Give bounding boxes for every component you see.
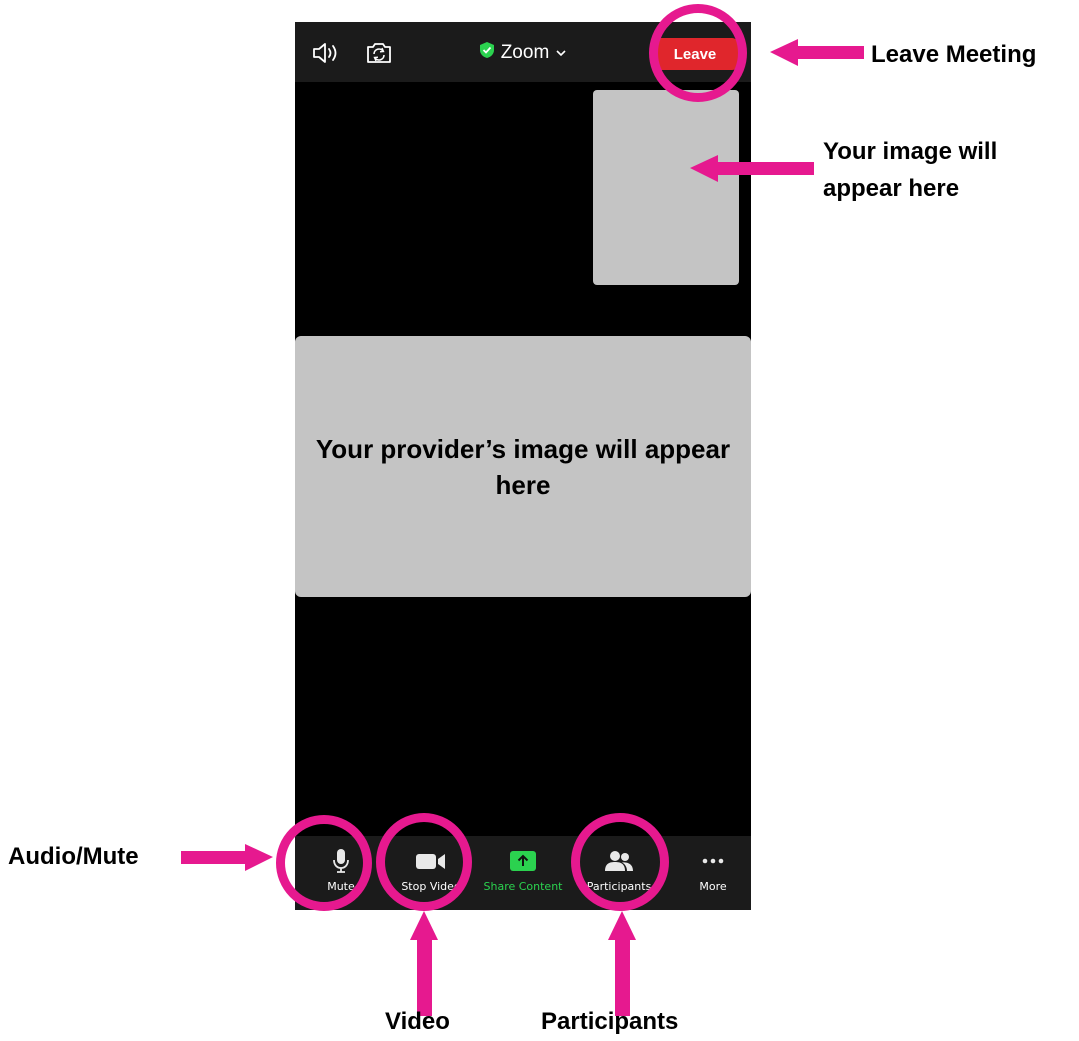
audio-arrow: [181, 844, 273, 871]
leave-meeting-annotation: Leave Meeting: [871, 41, 1037, 68]
participants-arrow: [608, 911, 636, 1016]
self-image-annotation-line2: appear here: [823, 175, 960, 202]
self-image-annotation-line1: Your image will: [823, 138, 998, 165]
video-arrow: [410, 911, 438, 1016]
self-image-arrow: [690, 155, 814, 182]
participants-annotation: Participants: [541, 1008, 679, 1035]
video-annotation: Video: [385, 1008, 450, 1035]
audio-mute-annotation: Audio/Mute: [8, 843, 139, 870]
leave-arrow: [770, 39, 864, 66]
